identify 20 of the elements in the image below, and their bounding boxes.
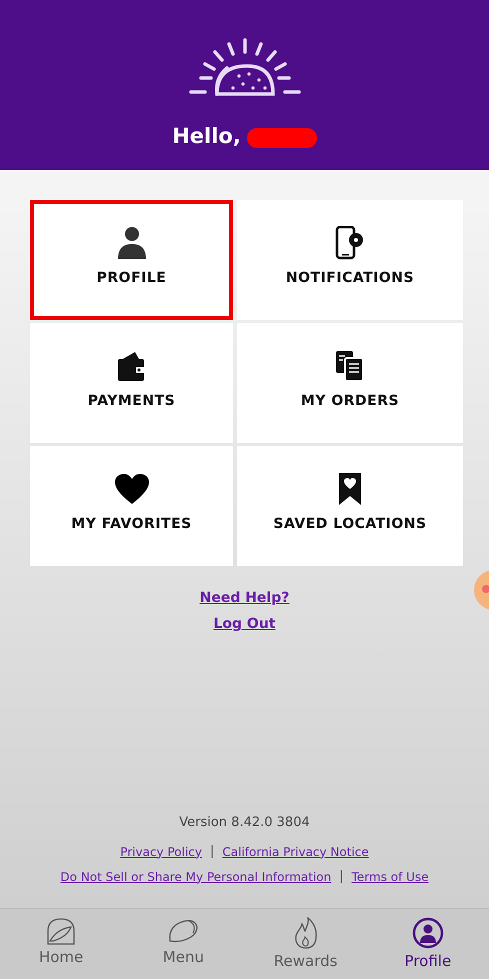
help-link[interactable]: Need Help? [200, 590, 290, 606]
tab-bar-item[interactable]: Rewards [270, 909, 342, 979]
menu-tile[interactable]: NOTIFICATIONS [237, 200, 463, 320]
menu-tile[interactable]: SAVED LOCATIONS [237, 446, 463, 566]
greeting-text: Hello, [172, 124, 241, 148]
menu-tile[interactable]: PAYMENTS [30, 323, 233, 443]
tab-bar-item[interactable]: Home [34, 909, 88, 979]
help-link[interactable]: Log Out [214, 616, 276, 632]
separator-text: | [339, 869, 344, 884]
tab-bar-item[interactable]: Menu [158, 909, 208, 979]
version-text: Version 8.42.0 3804 [179, 815, 310, 830]
separator-text: | [210, 844, 214, 859]
footer-link[interactable]: Terms of Use [352, 870, 429, 884]
footer-link[interactable]: California Privacy Notice [222, 844, 369, 858]
menu-tile[interactable]: MY ORDERS [237, 323, 463, 443]
footer-link[interactable]: Privacy Policy [120, 844, 202, 858]
footer-link[interactable]: Do Not Sell or Share My Personal Information [60, 870, 332, 884]
tab-bar-item[interactable]: Profile [400, 909, 456, 979]
menu-tile[interactable]: PROFILE [30, 200, 233, 320]
menu-tile[interactable]: MY FAVORITES [30, 446, 233, 566]
